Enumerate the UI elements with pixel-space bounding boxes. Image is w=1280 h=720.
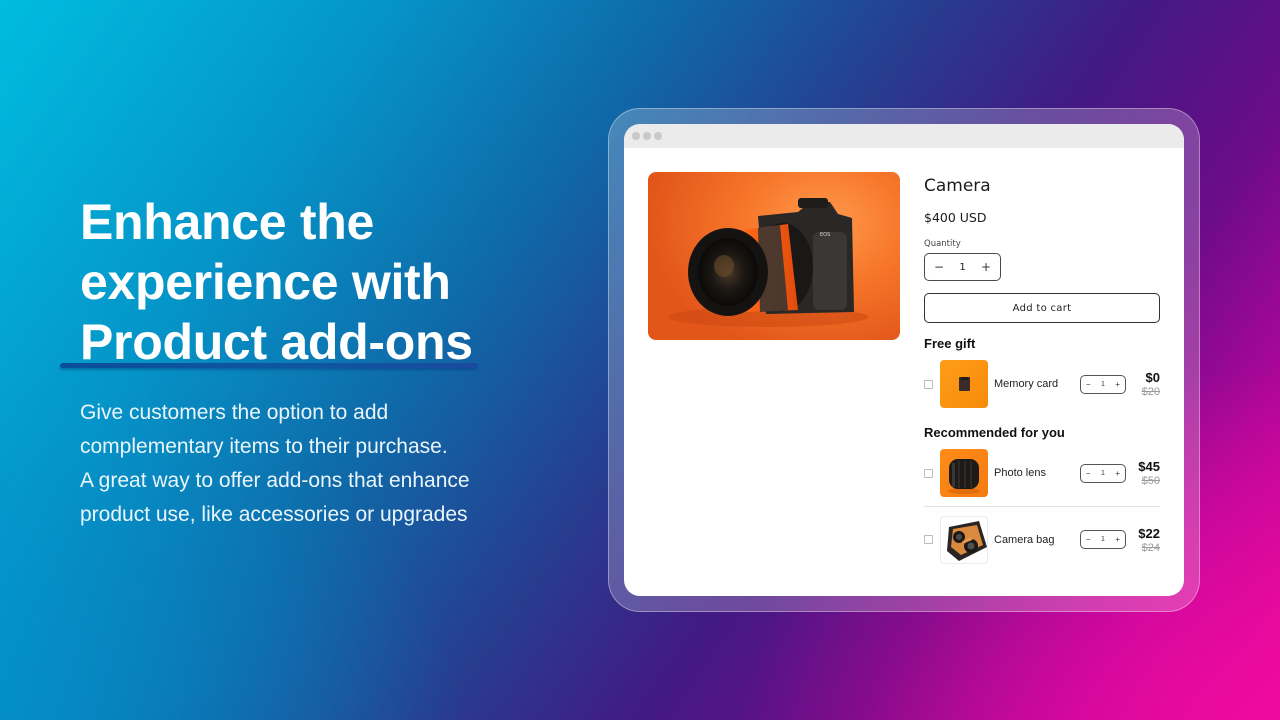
product-details: Camera $400 USD Quantity − 1 + Add to ca… xyxy=(924,172,1160,564)
addon-checkbox[interactable] xyxy=(924,468,933,478)
addon-name: Camera bag xyxy=(994,533,1055,546)
hero-description-line: product use, like accessories or upgrade… xyxy=(80,503,468,526)
addon-prices: $45 $50 xyxy=(1138,459,1160,487)
addon-quantity-value[interactable]: 1 xyxy=(1101,381,1105,388)
addon-checkbox[interactable] xyxy=(924,379,933,389)
quantity-stepper[interactable]: − 1 + xyxy=(924,253,1001,281)
browser-titlebar xyxy=(624,124,1184,148)
addon-quantity-stepper[interactable]: − 1 + xyxy=(1080,463,1126,483)
plus-icon[interactable]: + xyxy=(1115,469,1120,478)
window-control-maximize[interactable] xyxy=(654,132,662,140)
plus-icon[interactable]: + xyxy=(981,261,991,273)
addon-prices: $22 $24 xyxy=(1138,526,1160,554)
hero-title: Enhance the experience with Product add-… xyxy=(80,192,540,372)
addon-compare-price: $20 xyxy=(1141,386,1160,398)
hero-section: Enhance the experience with Product add-… xyxy=(80,192,540,372)
hero-title-line: Enhance the xyxy=(80,194,374,250)
addon-name: Memory card xyxy=(994,378,1059,390)
product-price: $400 USD xyxy=(924,210,987,225)
hero-description-line: A great way to offer add-ons that enhanc… xyxy=(80,469,470,492)
addon-quantity-value[interactable]: 1 xyxy=(1101,536,1105,543)
product-title: Camera xyxy=(924,176,991,196)
window-control-close[interactable] xyxy=(632,132,640,140)
hero-description-line: Give customers the option to add xyxy=(80,401,389,424)
minus-icon[interactable]: − xyxy=(934,261,944,273)
addon-item: Memory card − 1 + $0 $20 xyxy=(924,359,1160,409)
minus-icon[interactable]: − xyxy=(1086,535,1091,544)
addon-quantity-stepper[interactable]: − 1 + xyxy=(1080,374,1126,394)
minus-icon[interactable]: − xyxy=(1086,380,1091,389)
plus-icon[interactable]: + xyxy=(1115,380,1120,389)
addon-item: Camera bag − 1 + $22 $24 xyxy=(924,506,1160,564)
addon-price: $22 xyxy=(1138,525,1160,541)
memory-card-icon xyxy=(959,377,970,391)
addon-item: Photo lens − 1 + $45 $50 xyxy=(924,448,1160,498)
hero-description-line: complementary items to their purchase. xyxy=(80,435,448,458)
addon-quantity-value[interactable]: 1 xyxy=(1101,470,1105,477)
camera-bag-icon xyxy=(947,520,987,561)
addon-compare-price: $50 xyxy=(1141,475,1160,487)
hero-description: Give customers the option to add complem… xyxy=(80,396,550,532)
addon-prices: $0 $20 xyxy=(1142,370,1160,398)
memory-card-thumbnail xyxy=(940,360,988,408)
product-image: EOS xyxy=(648,172,900,340)
free-gift-heading: Free gift xyxy=(924,336,976,351)
minus-icon[interactable]: − xyxy=(1086,469,1091,478)
window-control-minimize[interactable] xyxy=(643,132,651,140)
addon-price: $45 xyxy=(1138,459,1160,474)
browser-window: EOS Camera $400 USD Quantity − 1 + Add t… xyxy=(624,124,1184,596)
camera-photo-icon: EOS xyxy=(668,198,868,327)
svg-text:EOS: EOS xyxy=(820,232,830,238)
addon-compare-price: $24 xyxy=(1141,541,1160,554)
add-to-cart-button[interactable]: Add to cart xyxy=(924,293,1160,323)
lens-icon xyxy=(948,459,980,494)
camera-bag-thumbnail xyxy=(940,515,988,564)
title-underline-stroke xyxy=(59,363,479,368)
addon-checkbox[interactable] xyxy=(924,535,933,544)
recommended-heading: Recommended for you xyxy=(924,425,1065,440)
plus-icon[interactable]: + xyxy=(1115,535,1120,544)
addon-name: Photo lens xyxy=(994,467,1046,479)
addon-price: $0 xyxy=(1145,370,1160,385)
quantity-value[interactable]: 1 xyxy=(959,262,965,273)
quantity-label: Quantity xyxy=(924,239,961,249)
lens-thumbnail xyxy=(940,449,988,497)
addon-quantity-stepper[interactable]: − 1 + xyxy=(1080,530,1126,549)
hero-title-line: experience with xyxy=(80,254,451,310)
